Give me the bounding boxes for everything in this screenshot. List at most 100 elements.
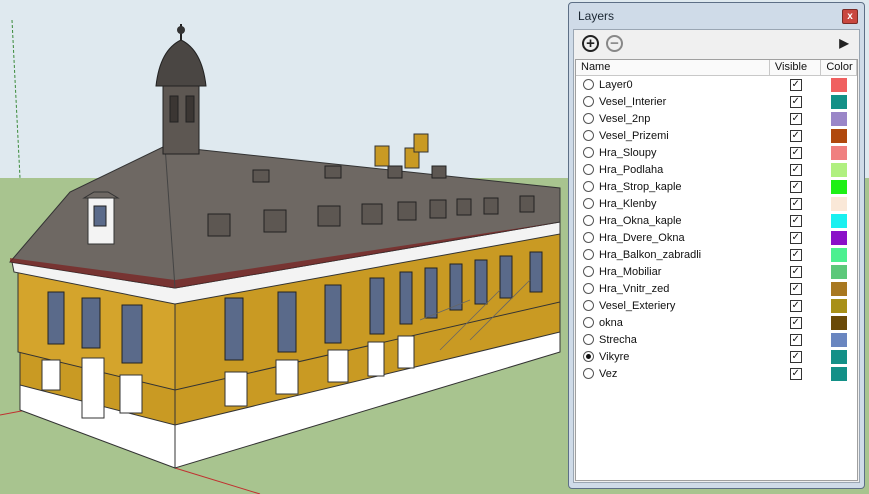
- visible-checkbox[interactable]: ✓: [789, 333, 802, 346]
- layer-row[interactable]: Vesel_2np ✓: [576, 110, 857, 127]
- layer-row[interactable]: Hra_Dvere_Okna ✓: [576, 229, 857, 246]
- active-layer-radio[interactable]: [583, 215, 594, 226]
- layer-row[interactable]: Vez ✓: [576, 365, 857, 382]
- color-swatch[interactable]: [831, 230, 848, 245]
- minus-circle-icon[interactable]: −: [606, 35, 623, 52]
- active-layer-radio[interactable]: [583, 130, 594, 141]
- color-swatch[interactable]: [831, 162, 848, 177]
- layer-row[interactable]: Hra_Strop_kaple ✓: [576, 178, 857, 195]
- active-layer-radio[interactable]: [583, 317, 594, 328]
- visible-checkbox[interactable]: ✓: [789, 78, 802, 91]
- visible-checkbox[interactable]: ✓: [789, 282, 802, 295]
- active-layer-radio[interactable]: [583, 334, 594, 345]
- layer-row[interactable]: Hra_Podlaha ✓: [576, 161, 857, 178]
- color-swatch[interactable]: [831, 179, 848, 194]
- layer-row[interactable]: Vikyre ✓: [576, 348, 857, 365]
- plus-circle-icon[interactable]: +: [582, 35, 599, 52]
- layer-name: okna: [599, 316, 623, 329]
- layer-color-cell: [821, 128, 857, 143]
- panel-title: Layers: [578, 9, 615, 23]
- active-layer-radio[interactable]: [583, 266, 594, 277]
- active-layer-radio[interactable]: [583, 79, 594, 90]
- active-layer-radio[interactable]: [583, 249, 594, 260]
- active-layer-radio[interactable]: [583, 113, 594, 124]
- color-swatch[interactable]: [831, 332, 848, 347]
- layer-name-cell: Hra_Vnitr_zed: [576, 283, 770, 295]
- layer-row[interactable]: Vesel_Interier ✓: [576, 93, 857, 110]
- layer-row[interactable]: Hra_Vnitr_zed ✓: [576, 280, 857, 297]
- visible-checkbox[interactable]: ✓: [789, 299, 802, 312]
- active-layer-radio[interactable]: [583, 147, 594, 158]
- layer-visible-cell: ✓: [770, 180, 821, 193]
- color-swatch[interactable]: [831, 196, 848, 211]
- layer-name-cell: Vesel_Prizemi: [576, 130, 770, 142]
- layer-name-cell: Strecha: [576, 334, 770, 346]
- column-color[interactable]: Color: [821, 60, 857, 75]
- layer-color-cell: [821, 111, 857, 126]
- layer-visible-cell: ✓: [770, 146, 821, 159]
- color-swatch[interactable]: [831, 281, 848, 296]
- layer-row[interactable]: Hra_Mobiliar ✓: [576, 263, 857, 280]
- details-arrow-icon[interactable]: ▶: [837, 35, 851, 51]
- layer-name-cell: okna: [576, 317, 770, 329]
- visible-checkbox[interactable]: ✓: [789, 248, 802, 261]
- visible-checkbox[interactable]: ✓: [789, 129, 802, 142]
- visible-checkbox[interactable]: ✓: [789, 112, 802, 125]
- layer-row[interactable]: okna ✓: [576, 314, 857, 331]
- color-swatch[interactable]: [831, 94, 848, 109]
- active-layer-radio[interactable]: [583, 351, 594, 362]
- color-swatch[interactable]: [831, 111, 848, 126]
- color-swatch[interactable]: [831, 213, 848, 228]
- layer-row[interactable]: Hra_Okna_kaple ✓: [576, 212, 857, 229]
- layer-name: Hra_Sloupy: [599, 146, 657, 159]
- layer-name: Hra_Strop_kaple: [599, 180, 682, 193]
- layer-visible-cell: ✓: [770, 367, 821, 380]
- visible-checkbox[interactable]: ✓: [789, 197, 802, 210]
- layer-visible-cell: ✓: [770, 265, 821, 278]
- layer-visible-cell: ✓: [770, 78, 821, 91]
- close-button[interactable]: x: [842, 9, 858, 24]
- layer-row[interactable]: Vesel_Prizemi ✓: [576, 127, 857, 144]
- visible-checkbox[interactable]: ✓: [789, 180, 802, 193]
- active-layer-radio[interactable]: [583, 198, 594, 209]
- layer-name-cell: Vez: [576, 368, 770, 380]
- color-swatch[interactable]: [831, 247, 848, 262]
- panel-titlebar[interactable]: Layers x: [569, 3, 864, 29]
- layer-color-cell: [821, 366, 857, 381]
- layer-row[interactable]: Hra_Sloupy ✓: [576, 144, 857, 161]
- visible-checkbox[interactable]: ✓: [789, 146, 802, 159]
- layer-color-cell: [821, 213, 857, 228]
- active-layer-radio[interactable]: [583, 232, 594, 243]
- visible-checkbox[interactable]: ✓: [789, 350, 802, 363]
- layer-row[interactable]: Hra_Klenby ✓: [576, 195, 857, 212]
- visible-checkbox[interactable]: ✓: [789, 265, 802, 278]
- color-swatch[interactable]: [831, 315, 848, 330]
- layer-row[interactable]: Vesel_Exteriery ✓: [576, 297, 857, 314]
- color-swatch[interactable]: [831, 349, 848, 364]
- color-swatch[interactable]: [831, 264, 848, 279]
- active-layer-radio[interactable]: [583, 164, 594, 175]
- color-swatch[interactable]: [831, 366, 848, 381]
- color-swatch[interactable]: [831, 298, 848, 313]
- active-layer-radio[interactable]: [583, 283, 594, 294]
- layer-row[interactable]: Hra_Balkon_zabradli ✓: [576, 246, 857, 263]
- active-layer-radio[interactable]: [583, 181, 594, 192]
- layer-row[interactable]: Strecha ✓: [576, 331, 857, 348]
- active-layer-radio[interactable]: [583, 368, 594, 379]
- layer-name: Vikyre: [599, 350, 630, 363]
- visible-checkbox[interactable]: ✓: [789, 163, 802, 176]
- color-swatch[interactable]: [831, 128, 848, 143]
- column-name[interactable]: Name: [576, 60, 770, 75]
- visible-checkbox[interactable]: ✓: [789, 231, 802, 244]
- visible-checkbox[interactable]: ✓: [789, 316, 802, 329]
- column-visible[interactable]: Visible: [770, 60, 822, 75]
- visible-checkbox[interactable]: ✓: [789, 214, 802, 227]
- active-layer-radio[interactable]: [583, 96, 594, 107]
- layer-row[interactable]: Layer0 ✓: [576, 76, 857, 93]
- layer-visible-cell: ✓: [770, 350, 821, 363]
- active-layer-radio[interactable]: [583, 300, 594, 311]
- color-swatch[interactable]: [831, 145, 848, 160]
- color-swatch[interactable]: [831, 77, 848, 92]
- visible-checkbox[interactable]: ✓: [789, 95, 802, 108]
- visible-checkbox[interactable]: ✓: [789, 367, 802, 380]
